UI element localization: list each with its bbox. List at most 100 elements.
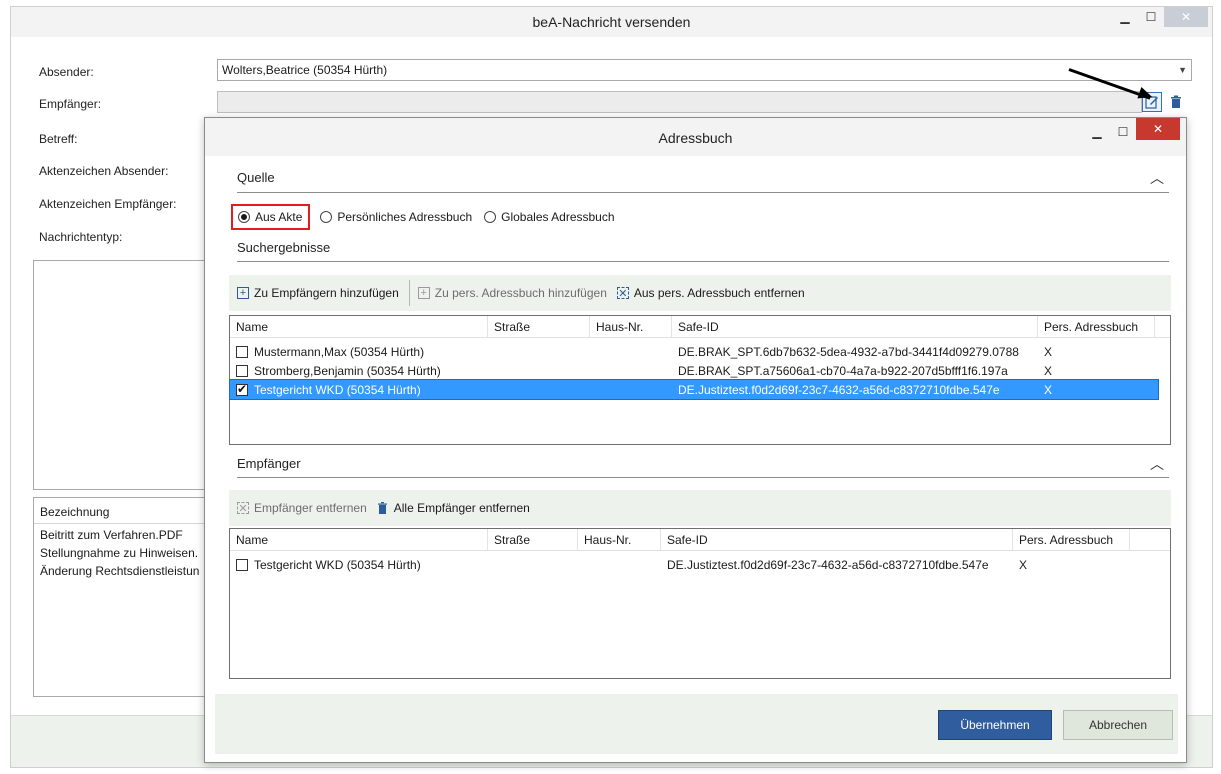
row-pers: X [1044,382,1053,397]
column-name[interactable]: Name [230,529,488,550]
row-safe-id: DE.BRAK_SPT.6db7b632-5dea-4932-a7bd-3441… [678,344,1019,359]
minimize-icon[interactable]: ▁ [1084,118,1110,146]
row-safe-id: DE.Justiztest.f0d2d69f-23c7-4632-a56d-c8… [667,557,989,572]
remove-icon: ✕ [616,287,629,300]
divider [237,192,1169,193]
row-checkbox[interactable] [236,365,248,378]
remove-all-recipients-button[interactable]: Alle Empfänger entfernen [377,501,530,515]
divider [237,477,1169,478]
table-header: Name Straße Haus-Nr. Safe-ID Pers. Adres… [230,316,1170,338]
remove-recipient-button[interactable]: ✕ Empfänger entfernen [237,501,367,515]
row-name: Stromberg,Benjamin (50354 Hürth) [254,363,441,378]
accept-button[interactable]: Übernehmen [938,710,1052,740]
divider [237,261,1169,262]
radio-label: Globales Adressbuch [501,210,615,224]
row-safe-id: DE.BRAK_SPT.a75606a1-cb70-4a7a-b922-207d… [678,363,1008,378]
betreff-label: Betreff: [39,132,78,146]
column-strasse[interactable]: Straße [488,529,578,550]
trash-icon [377,502,389,514]
add-to-recipients-label: Zu Empfängern hinzufügen [254,286,399,300]
dialog-footer: Übernehmen Abbrechen [215,694,1178,754]
dialog-title: Adressbuch [205,118,1186,156]
close-icon[interactable]: ✕ [1164,7,1208,27]
recipients-table: Name Straße Haus-Nr. Safe-ID Pers. Adres… [229,528,1171,679]
maximize-icon[interactable]: ☐ [1138,7,1164,27]
absender-label: Absender: [39,65,94,79]
radio-globales-adressbuch[interactable]: Globales Adressbuch [484,210,615,224]
remove-all-recipients-label: Alle Empfänger entfernen [393,501,530,515]
attachment-item[interactable]: Stellungnahme zu Hinweisen. [34,544,208,562]
quelle-title: Quelle [237,170,275,185]
add-to-recipients-button[interactable]: + Zu Empfängern hinzufügen [237,286,399,300]
minimize-icon[interactable]: ▁ [1112,7,1138,27]
dialog-controls: ▁ ☐ ✕ [1084,118,1180,140]
sender-select[interactable]: Wolters,Beatrice (50354 Hürth) ▼ [217,59,1192,81]
radio-icon [484,211,497,223]
collapse-icon[interactable]: ︿ [1150,454,1164,474]
table-row[interactable]: Testgericht WKD (50354 Hürth) DE.Justizt… [230,555,1170,574]
column-strasse[interactable]: Straße [488,316,590,337]
collapse-icon[interactable]: ︿ [1150,168,1164,188]
chevron-down-icon: ▼ [1178,65,1187,75]
remove-from-personal-label: Aus pers. Adressbuch entfernen [633,286,805,300]
trash-icon[interactable] [1166,92,1186,112]
row-checkbox-checked[interactable] [236,383,248,397]
remove-from-personal-button[interactable]: ✕ Aus pers. Adressbuch entfernen [616,286,805,300]
dialog-body: Quelle ︿ Aus Akte Persönliches Adressbuc… [215,156,1178,694]
maximize-icon[interactable]: ☐ [1110,118,1136,146]
column-hausnr[interactable]: Haus-Nr. [578,529,661,550]
radio-icon [320,211,333,223]
row-name: Testgericht WKD (50354 Hürth) [254,382,421,397]
row-pers: X [1044,344,1053,359]
empfaenger-label: Empfänger: [39,97,102,111]
add-to-personal-button[interactable]: + Zu pers. Adressbuch hinzufügen [417,286,607,300]
column-pers-adressbuch[interactable]: Pers. Adressbuch [1013,529,1130,550]
table-header: Name Straße Haus-Nr. Safe-ID Pers. Adres… [230,529,1170,551]
remove-icon: ✕ [237,502,249,515]
message-body-area[interactable] [33,260,209,490]
row-checkbox[interactable] [236,346,248,359]
radio-label: Aus Akte [255,210,303,224]
results-table: Name Straße Haus-Nr. Safe-ID Pers. Adres… [229,315,1171,445]
column-pers-adressbuch[interactable]: Pers. Adressbuch [1038,316,1155,337]
close-icon[interactable]: ✕ [1136,118,1180,140]
row-name: Testgericht WKD (50354 Hürth) [254,557,421,572]
attachment-item[interactable]: Beitritt zum Verfahren.PDF [34,526,208,544]
column-name[interactable]: Name [230,316,488,337]
az-absender-label: Aktenzeichen Absender: [39,164,169,178]
column-safe-id[interactable]: Safe-ID [661,529,1013,550]
row-pers: X [1044,363,1053,378]
add-to-personal-label: Zu pers. Adressbuch hinzufügen [434,286,607,300]
sender-value: Wolters,Beatrice (50354 Hürth) [222,63,388,77]
row-pers: X [1019,557,1028,572]
results-title: Suchergebnisse [237,240,331,255]
source-radio-group: Aus Akte Persönliches Adressbuch Globale… [231,204,627,230]
column-hausnr[interactable]: Haus-Nr. [590,316,672,337]
radio-selected-icon [238,211,250,223]
row-checkbox[interactable] [236,559,248,572]
attachment-list: Bezeichnung Beitritt zum Verfahren.PDF S… [33,497,209,697]
cancel-button[interactable]: Abbrechen [1063,710,1173,740]
window-controls: ▁ ☐ ✕ [1112,7,1208,29]
az-empfaenger-label: Aktenzeichen Empfänger: [39,197,177,211]
results-toolbar: + Zu Empfängern hinzufügen + Zu pers. Ad… [229,275,1171,311]
table-row-selected[interactable]: Testgericht WKD (50354 Hürth) DE.Justizt… [229,379,1159,400]
table-row[interactable]: Mustermann,Max (50354 Hürth) DE.BRAK_SPT… [230,342,1170,361]
address-book-dialog: Adressbuch ▁ ☐ ✕ Quelle ︿ Aus Akte Persö… [204,117,1187,763]
remove-recipient-label: Empfänger entfernen [254,501,367,515]
plus-icon: + [417,287,430,299]
row-name: Mustermann,Max (50354 Hürth) [254,344,425,359]
attachment-header: Bezeichnung [34,498,208,524]
radio-aus-akte[interactable]: Aus Akte [231,204,311,230]
table-row[interactable]: Stromberg,Benjamin (50354 Hürth) DE.BRAK… [230,361,1170,380]
recipients-title: Empfänger [237,456,301,471]
column-safe-id[interactable]: Safe-ID [672,316,1038,337]
window-title: beA-Nachricht versenden [11,7,1212,37]
toolbar-separator [408,280,410,306]
attachment-item[interactable]: Änderung Rechtsdienstleistun [34,562,208,580]
recipients-toolbar: ✕ Empfänger entfernen Alle Empfänger ent… [229,490,1171,526]
recipient-field[interactable] [217,91,1142,113]
radio-persoenliches-adressbuch[interactable]: Persönliches Adressbuch [320,210,472,224]
radio-label: Persönliches Adressbuch [337,210,473,224]
row-safe-id: DE.Justiztest.f0d2d69f-23c7-4632-a56d-c8… [678,382,1000,397]
